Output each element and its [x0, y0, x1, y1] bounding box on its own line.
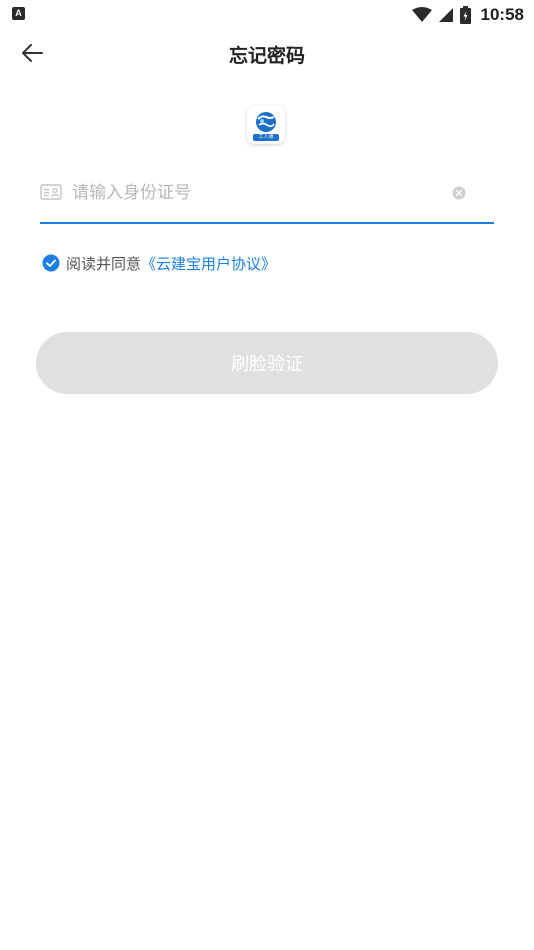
id-number-input[interactable] — [72, 178, 442, 208]
app-logo: 工人通 — [247, 106, 285, 144]
agreement-prefix: 阅读并同意 — [66, 254, 142, 273]
logo-caption: 工人通 — [258, 134, 274, 140]
status-icons: 10:58 — [411, 4, 524, 26]
face-verify-label: 刷脸验证 — [231, 354, 303, 375]
page-title: 忘记密码 — [228, 45, 305, 67]
battery-icon — [459, 6, 471, 24]
id-input-row — [40, 168, 494, 224]
wifi-icon — [411, 7, 432, 22]
status-time: 10:58 — [480, 5, 524, 24]
clear-icon[interactable] — [452, 186, 466, 200]
user-agreement-link[interactable]: 《云建宝用户协议》 — [141, 253, 276, 274]
face-verify-button[interactable]: 刷脸验证 — [36, 332, 498, 394]
cellular-signal-icon — [438, 8, 453, 22]
a-badge-icon: A — [12, 7, 25, 20]
status-bar: A 10:58 — [0, 0, 534, 30]
id-card-icon — [40, 184, 62, 200]
agree-checkbox[interactable] — [42, 254, 60, 272]
agreement-row: 阅读并同意 《云建宝用户协议》 — [42, 252, 276, 274]
header: 忘记密码 — [0, 30, 534, 76]
